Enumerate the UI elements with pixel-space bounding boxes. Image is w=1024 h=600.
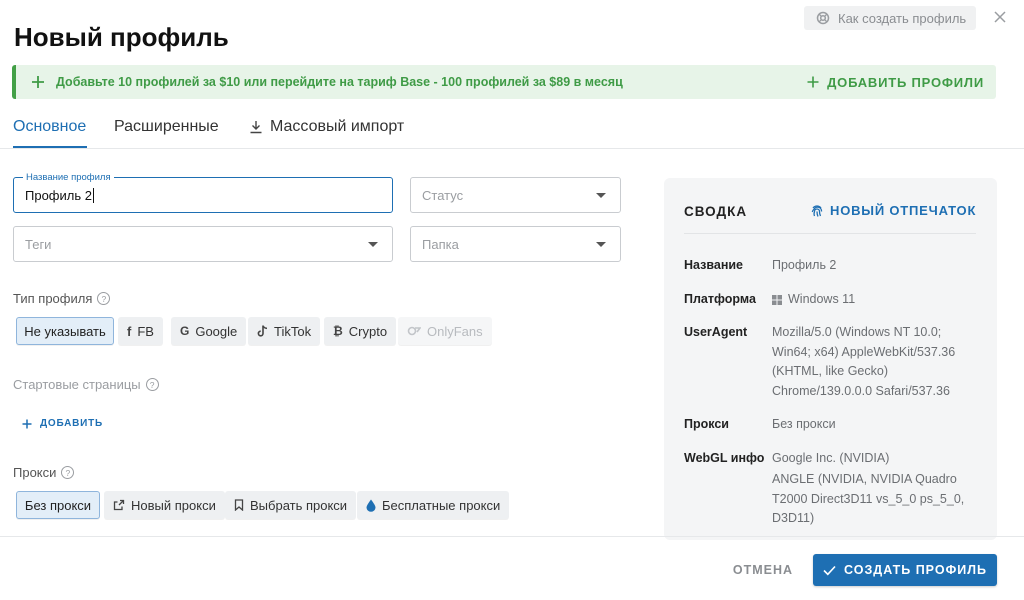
profile-type-tiktok[interactable]: TikTok (248, 317, 321, 345)
upgrade-banner: Добавьте 10 профилей за $10 или перейдит… (12, 65, 996, 99)
tags-placeholder: Теги (25, 236, 52, 252)
summary-value-webgl-renderer: ANGLE (NVIDIA, NVIDIA Quadro T2000 Direc… (772, 472, 965, 525)
onlyfans-icon (407, 326, 421, 336)
active-tab-indicator (13, 146, 87, 148)
chip-label: OnlyFans (427, 323, 483, 339)
tags-select[interactable]: Теги (13, 226, 393, 262)
chip-label: Google (195, 323, 238, 339)
external-link-icon (113, 499, 125, 511)
profile-type-fb[interactable]: f FB (118, 317, 163, 345)
proxy-select[interactable]: Выбрать прокси (225, 491, 357, 519)
summary-value-webgl-vendor: Google Inc. (NVIDIA) (772, 451, 890, 465)
tab-basic[interactable]: Основное (13, 118, 86, 136)
bookmark-icon (234, 499, 244, 511)
drop-icon (366, 499, 376, 512)
close-icon[interactable] (994, 10, 1008, 24)
facebook-icon: f (127, 323, 132, 339)
add-profiles-label: ДОБАВИТЬ ПРОФИЛИ (827, 74, 984, 90)
footer-divider (0, 536, 1024, 537)
chip-label: Выбрать прокси (250, 497, 348, 513)
question-icon[interactable]: ? (61, 466, 75, 479)
cancel-button[interactable]: ОТМЕНА (722, 556, 804, 584)
page-title: Новый профиль (14, 22, 229, 52)
summary-platform-text: Windows 11 (788, 292, 856, 306)
chip-label: Без прокси (24, 497, 92, 513)
chip-label: Бесплатные прокси (382, 497, 501, 513)
status-placeholder: Статус (422, 187, 464, 203)
profile-name-value: Профиль 2 (25, 187, 92, 203)
summary-key-platform: Платформа (684, 292, 756, 306)
start-pages-label: Стартовые страницы ? (13, 377, 159, 392)
summary-value-proxy: Без прокси (772, 417, 836, 431)
proxy-none[interactable]: Без прокси (16, 491, 100, 519)
profile-type-label: Тип профиля ? (13, 291, 111, 306)
chip-label: Crypto (348, 323, 388, 339)
summary-value-name: Профиль 2 (772, 258, 837, 272)
bitcoin-icon: ₿ (333, 324, 343, 338)
add-start-page-button[interactable]: ДОБАВИТЬ (22, 418, 103, 429)
folder-select[interactable]: Папка (410, 226, 621, 262)
profile-type-google[interactable]: G Google (171, 317, 247, 345)
summary-value-useragent: Mozilla/5.0 (Windows NT 10.0; Win64; x64… (772, 325, 956, 398)
create-profile-label: СОЗДАТЬ ПРОФИЛЬ (844, 563, 987, 577)
proxy-label-text: Прокси (13, 465, 57, 480)
lifebuoy-icon (816, 11, 830, 25)
banner-text: Добавьте 10 профилей за $10 или перейдит… (56, 75, 623, 89)
summary-divider (684, 233, 976, 234)
summary-value-platform: Windows 11 (772, 290, 977, 310)
question-icon[interactable]: ? (97, 292, 111, 305)
how-to-create-profile-button[interactable]: Как создать профиль (804, 6, 976, 30)
status-select[interactable]: Статус (410, 177, 621, 213)
proxy-new[interactable]: Новый прокси (104, 491, 225, 519)
profile-type-none[interactable]: Не указывать (16, 317, 114, 345)
add-start-page-label: ДОБАВИТЬ (40, 418, 104, 429)
folder-placeholder: Папка (422, 236, 459, 252)
new-fingerprint-button[interactable]: НОВЫЙ ОТПЕЧАТОК (810, 203, 976, 218)
text-cursor (92, 187, 94, 203)
chevron-down-icon (596, 193, 606, 198)
profile-type-onlyfans[interactable]: OnlyFans (398, 317, 492, 345)
chevron-down-icon (368, 242, 378, 247)
profile-name-input[interactable]: Название профиля Профиль 2 (13, 172, 393, 213)
download-icon (249, 120, 263, 134)
profile-type-crypto[interactable]: ₿ Crypto (324, 317, 397, 345)
tab-advanced[interactable]: Расширенные (114, 118, 219, 136)
tabs-divider (0, 148, 1024, 149)
tiktok-icon (257, 325, 268, 337)
help-button-label: Как создать профиль (838, 10, 967, 26)
chip-label: TikTok (274, 323, 312, 339)
summary-key-useragent: UserAgent (684, 325, 748, 339)
fingerprint-icon (810, 204, 824, 218)
chip-label: Не указывать (24, 323, 106, 339)
summary-key-webgl: WebGL инфо (684, 451, 765, 465)
proxy-free[interactable]: Бесплатные прокси (357, 491, 510, 519)
tab-bulk-import-label: Массовый импорт (270, 118, 405, 135)
check-icon (823, 565, 836, 576)
plus-icon (22, 419, 32, 429)
summary-panel: СВОДКА НОВЫЙ ОТПЕЧАТОК Название Профиль … (664, 178, 997, 540)
chevron-down-icon (596, 242, 606, 247)
google-icon: G (180, 324, 190, 338)
chip-label: FB (137, 323, 154, 339)
profile-type-label-text: Тип профиля (13, 291, 93, 306)
proxy-label: Прокси ? (13, 465, 75, 480)
tab-bulk-import[interactable]: Массовый импорт (249, 118, 404, 136)
summary-key-name: Название (684, 258, 744, 272)
start-pages-label-text: Стартовые страницы (13, 377, 141, 392)
question-icon[interactable]: ? (145, 378, 159, 391)
summary-key-proxy: Прокси (684, 417, 729, 431)
plus-icon (807, 76, 819, 88)
new-fingerprint-label: НОВЫЙ ОТПЕЧАТОК (830, 203, 977, 218)
windows-icon (772, 294, 782, 305)
summary-title: СВОДКА (684, 204, 748, 219)
chip-label: Новый прокси (131, 497, 216, 513)
profile-name-legend: Название профиля (23, 172, 114, 183)
plus-icon (30, 74, 46, 90)
create-profile-button[interactable]: СОЗДАТЬ ПРОФИЛЬ (813, 554, 997, 586)
add-profiles-button[interactable]: ДОБАВИТЬ ПРОФИЛИ (807, 75, 984, 90)
